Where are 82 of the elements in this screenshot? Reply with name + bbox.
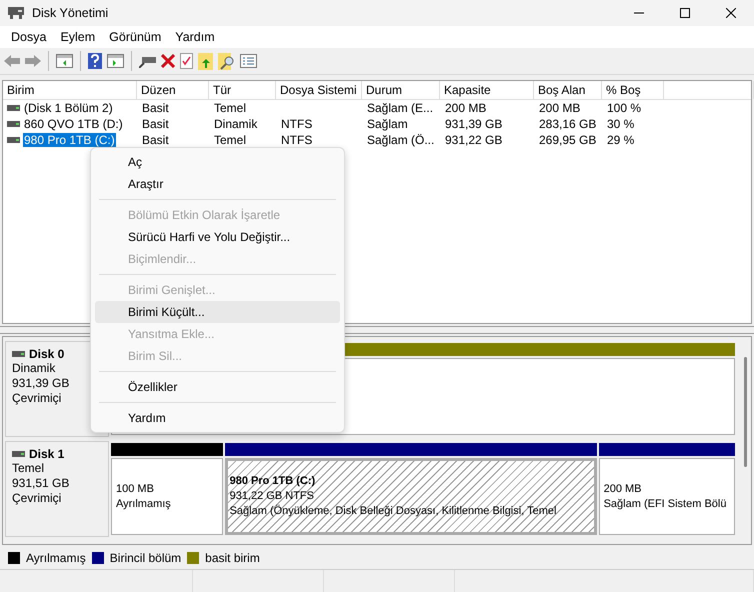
drive-icon — [7, 105, 20, 111]
legend-label: Birincil bölüm — [110, 551, 182, 565]
column-header[interactable]: Durum — [362, 81, 440, 99]
folder-search-icon[interactable] — [218, 52, 235, 70]
partition-info: Sağlam (EFI Sistem Bölü — [604, 496, 728, 512]
legend-label: Ayrılmamış — [26, 551, 86, 565]
table-cell: Sağlam — [366, 117, 409, 131]
table-cell: Basit — [141, 101, 170, 115]
drive-icon — [12, 351, 25, 357]
drive-icon — [12, 451, 25, 457]
column-header[interactable]: % Boş — [602, 81, 664, 99]
console-tree-icon[interactable] — [56, 54, 73, 68]
volume-name[interactable]: 980 Pro 1TB (C:) — [23, 133, 116, 147]
table-cell: Temel — [213, 133, 248, 147]
drive-icon — [7, 121, 20, 127]
window-title: Disk Yönetimi — [32, 6, 110, 20]
scrollbar-thumb[interactable] — [744, 357, 746, 467]
disk-info: Temel — [12, 461, 46, 476]
menu-item[interactable]: Görünüm — [102, 30, 168, 44]
column-header[interactable]: Tür — [209, 81, 276, 99]
partition-box[interactable]: 200 MB Sağlam (EFI Sistem Bölü — [598, 458, 735, 535]
table-cell: Temel — [213, 101, 248, 115]
context-menu-item[interactable]: Araştır — [95, 173, 340, 195]
table-cell: Sağlam (Ö... — [366, 133, 436, 147]
partition-box[interactable]: 100 MB Ayrılmamış — [111, 458, 223, 535]
help-icon[interactable] — [88, 53, 102, 69]
column-header[interactable]: Boş Alan — [534, 81, 602, 99]
disk-label-panel[interactable]: Disk 1 Temel 931,51 GB Çevrimiçi — [5, 441, 109, 537]
disk-info: 931,39 GB — [12, 376, 70, 391]
table-cell: Dinamik — [213, 117, 258, 131]
disk-info: Çevrimiçi — [12, 491, 62, 506]
volume-name[interactable]: 860 QVO 1TB (D:) — [23, 117, 124, 131]
context-menu-item[interactable]: Sürücü Harfi ve Yolu Değiştir... — [95, 226, 340, 248]
folder-up-icon[interactable] — [198, 52, 213, 70]
connect-drive-icon[interactable] — [139, 54, 156, 68]
column-header[interactable]: Kapasite — [440, 81, 534, 99]
partition-info: 200 MB — [604, 482, 643, 496]
partition-title: 980 Pro 1TB (C:) — [230, 474, 316, 489]
partition-info: 100 MB — [116, 482, 155, 496]
disk-info: Çevrimiçi — [12, 391, 62, 406]
column-header[interactable]: Dosya Sistemi — [276, 81, 362, 99]
legend-label: basit birim — [205, 551, 260, 565]
table-cell: NTFS — [280, 117, 314, 131]
close-icon[interactable] — [726, 8, 736, 18]
disk-name: Disk 0 — [29, 347, 64, 361]
volume-name[interactable]: (Disk 1 Bölüm 2) — [23, 101, 114, 115]
maximize-icon[interactable] — [680, 8, 690, 18]
partition-box[interactable]: 980 Pro 1TB (C:) 931,22 GB NTFS Sağlam (Önyükleme, Disk Belleği Dosyası, Kilitlenme Bilgisi, Temel — [224, 458, 597, 535]
table-cell: NTFS — [280, 133, 314, 147]
back-arrow-icon[interactable] — [4, 54, 20, 68]
menu-item[interactable]: Eylem — [53, 30, 102, 44]
app-icon — [8, 7, 24, 19]
delete-icon[interactable] — [161, 54, 175, 68]
disk-info: 931,51 GB — [12, 476, 70, 491]
partition-info: 931,22 GB NTFS — [230, 489, 315, 504]
table-cell: 931,39 GB — [444, 117, 504, 131]
partition-info: Sağlam (Önyükleme, Disk Belleği Dosyası, Kilitlenme Bilgisi, Temel — [230, 504, 558, 519]
forward-arrow-icon[interactable] — [25, 54, 41, 68]
table-cell: 269,95 GB — [538, 133, 598, 147]
table-cell: 30 % — [606, 117, 636, 131]
drive-icon — [7, 137, 20, 143]
table-cell: 283,16 GB — [538, 117, 598, 131]
table-cell: 29 % — [606, 133, 636, 147]
partition-info: Ayrılmamış — [116, 496, 172, 512]
table-cell: Sağlam (E... — [366, 101, 434, 115]
list-icon[interactable] — [240, 54, 257, 68]
table-cell: 200 MB — [538, 101, 582, 115]
menu-item[interactable]: Dosya — [4, 30, 54, 44]
action-pane-icon[interactable] — [107, 54, 124, 68]
properties-icon[interactable] — [180, 53, 193, 69]
table-cell: 931,22 GB — [444, 133, 504, 147]
context-menu-item[interactable]: Aç — [95, 151, 340, 173]
table-cell: 200 MB — [444, 101, 488, 115]
table-cell: Basit — [141, 133, 170, 147]
context-menu-item[interactable]: Birimi Küçült... — [95, 301, 340, 323]
disk-info: Dinamik — [12, 361, 56, 376]
column-header[interactable]: Birim — [3, 81, 137, 99]
table-cell: Basit — [141, 117, 170, 131]
disk-name: Disk 1 — [29, 447, 64, 461]
column-header[interactable]: Düzen — [137, 81, 209, 99]
menu-item[interactable]: Yardım — [168, 30, 222, 44]
table-cell: 100 % — [606, 101, 642, 115]
